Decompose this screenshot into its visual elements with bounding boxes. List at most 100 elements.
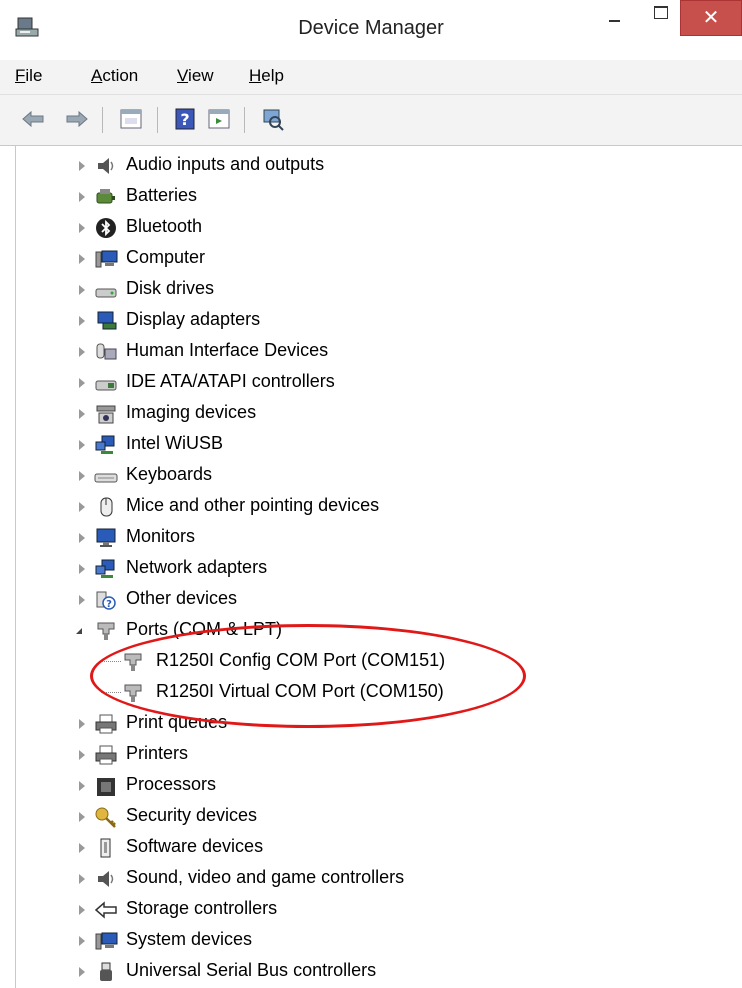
device-category[interactable]: Universal Serial Bus controllers xyxy=(16,956,716,987)
device-category[interactable]: Mice and other pointing devices xyxy=(16,491,716,522)
network-icon xyxy=(95,559,115,578)
tree-item-label: R1250I Config COM Port (COM151) xyxy=(156,650,446,670)
properties-icon[interactable] xyxy=(118,107,144,131)
device-category[interactable]: Sound, video and game controllers xyxy=(16,863,716,894)
toolbar-separator xyxy=(102,107,103,133)
expand-arrow-icon[interactable] xyxy=(79,936,85,946)
camera-icon xyxy=(96,405,116,424)
expand-arrow-icon[interactable] xyxy=(79,316,85,326)
device-category[interactable]: Human Interface Devices xyxy=(16,336,716,367)
device-category[interactable]: Keyboards xyxy=(16,460,716,491)
device-category[interactable]: Printers xyxy=(16,739,716,770)
menu-view[interactable]: View xyxy=(177,66,214,86)
device-category[interactable]: Disk drives xyxy=(16,274,716,305)
expand-arrow-icon[interactable] xyxy=(79,595,85,605)
expand-arrow-icon[interactable] xyxy=(79,347,85,357)
expand-arrow-icon[interactable] xyxy=(79,440,85,450)
device-item[interactable]: R1250I Virtual COM Port (COM150) xyxy=(16,677,716,708)
device-category[interactable]: Processors xyxy=(16,770,716,801)
port-icon xyxy=(124,653,142,671)
device-category[interactable]: Software devices xyxy=(16,832,716,863)
menu-file[interactable]: File xyxy=(15,66,42,86)
device-category[interactable]: Display adapters xyxy=(16,305,716,336)
expand-arrow-icon[interactable] xyxy=(79,967,85,977)
menu-help[interactable]: Help xyxy=(249,66,284,86)
computer-icon xyxy=(95,250,118,268)
device-category[interactable]: Bluetooth xyxy=(16,212,716,243)
tree-item-label: Printers xyxy=(126,743,189,763)
expand-arrow-icon[interactable] xyxy=(79,192,85,202)
expand-arrow-icon[interactable] xyxy=(79,409,85,419)
forward-arrow-icon[interactable] xyxy=(64,107,90,131)
toolbar-separator xyxy=(244,107,245,133)
tree-item-label: Security devices xyxy=(126,805,258,825)
tree-item-label: Display adapters xyxy=(126,309,261,329)
expand-arrow-icon[interactable] xyxy=(79,533,85,543)
expand-arrow-icon[interactable] xyxy=(79,781,85,791)
tree-item-label: Print queues xyxy=(126,712,228,732)
speaker-icon xyxy=(98,158,114,174)
expand-arrow-icon[interactable] xyxy=(79,502,85,512)
tree-item-label: Keyboards xyxy=(126,464,213,484)
speaker-icon xyxy=(98,871,114,887)
tree-connector xyxy=(101,692,121,693)
expand-arrow-icon[interactable] xyxy=(79,161,85,171)
expand-arrow-icon[interactable] xyxy=(79,378,85,388)
tree-item-label: Audio inputs and outputs xyxy=(126,154,325,174)
device-category[interactable]: Network adapters xyxy=(16,553,716,584)
expand-arrow-icon[interactable] xyxy=(79,285,85,295)
device-category[interactable]: Ports (COM & LPT) xyxy=(16,615,716,646)
processor-icon xyxy=(97,778,115,796)
expand-arrow-icon[interactable] xyxy=(79,843,85,853)
update-driver-icon[interactable] xyxy=(206,107,232,131)
svg-text:?: ? xyxy=(180,110,189,129)
device-category[interactable]: Storage controllers xyxy=(16,894,716,925)
back-arrow-icon[interactable] xyxy=(20,107,46,131)
device-category[interactable]: Security devices xyxy=(16,801,716,832)
device-category[interactable]: Computer xyxy=(16,243,716,274)
expand-arrow-icon[interactable] xyxy=(79,812,85,822)
expand-arrow-icon[interactable] xyxy=(79,750,85,760)
tree-item-label: Other devices xyxy=(126,588,238,608)
device-category[interactable]: Monitors xyxy=(16,522,716,553)
device-tree[interactable]: Audio inputs and outputs Batteries Bluetoo… xyxy=(15,146,742,988)
tree-item-label: Ports (COM & LPT) xyxy=(126,619,283,639)
collapse-arrow-icon[interactable] xyxy=(76,628,82,634)
close-button[interactable]: ✕ xyxy=(680,0,742,36)
expand-arrow-icon[interactable] xyxy=(79,905,85,915)
scan-hardware-icon[interactable] xyxy=(260,107,286,131)
tree-item-label: Batteries xyxy=(126,185,198,205)
toolbar-separator xyxy=(157,107,158,133)
device-category[interactable]: ? Other devices xyxy=(16,584,716,615)
expand-arrow-icon[interactable] xyxy=(79,564,85,574)
tree-item-label: Processors xyxy=(126,774,217,794)
menu-action[interactable]: Action xyxy=(91,66,138,86)
battery-icon xyxy=(96,189,115,204)
expand-arrow-icon[interactable] xyxy=(79,471,85,481)
device-category[interactable]: Batteries xyxy=(16,181,716,212)
device-category[interactable]: Audio inputs and outputs xyxy=(16,150,716,181)
tree-item-label: Network adapters xyxy=(126,557,268,577)
expand-arrow-icon[interactable] xyxy=(79,254,85,264)
display-adapter-icon xyxy=(97,311,117,330)
expand-arrow-icon[interactable] xyxy=(79,223,85,233)
tree-item-label: Universal Serial Bus controllers xyxy=(126,960,377,980)
port-icon xyxy=(124,684,142,702)
tree-item-label: Storage controllers xyxy=(126,898,278,918)
tree-item-label: Mice and other pointing devices xyxy=(126,495,380,515)
tree-item-label: R1250I Virtual COM Port (COM150) xyxy=(156,681,444,701)
minimize-button[interactable] xyxy=(592,0,638,38)
expand-arrow-icon[interactable] xyxy=(79,719,85,729)
device-category[interactable]: System devices xyxy=(16,925,716,956)
ide-controller-icon xyxy=(95,380,117,391)
help-icon[interactable]: ? xyxy=(173,107,199,131)
device-category[interactable]: IDE ATA/ATAPI controllers xyxy=(16,367,716,398)
device-category[interactable]: Imaging devices xyxy=(16,398,716,429)
tree-connector xyxy=(101,661,121,662)
software-device-icon xyxy=(100,838,111,858)
device-item[interactable]: R1250I Config COM Port (COM151) xyxy=(16,646,716,677)
expand-arrow-icon[interactable] xyxy=(79,874,85,884)
device-category[interactable]: Intel WiUSB xyxy=(16,429,716,460)
device-category[interactable]: Print queues xyxy=(16,708,716,739)
tree-item-label: Intel WiUSB xyxy=(126,433,224,453)
